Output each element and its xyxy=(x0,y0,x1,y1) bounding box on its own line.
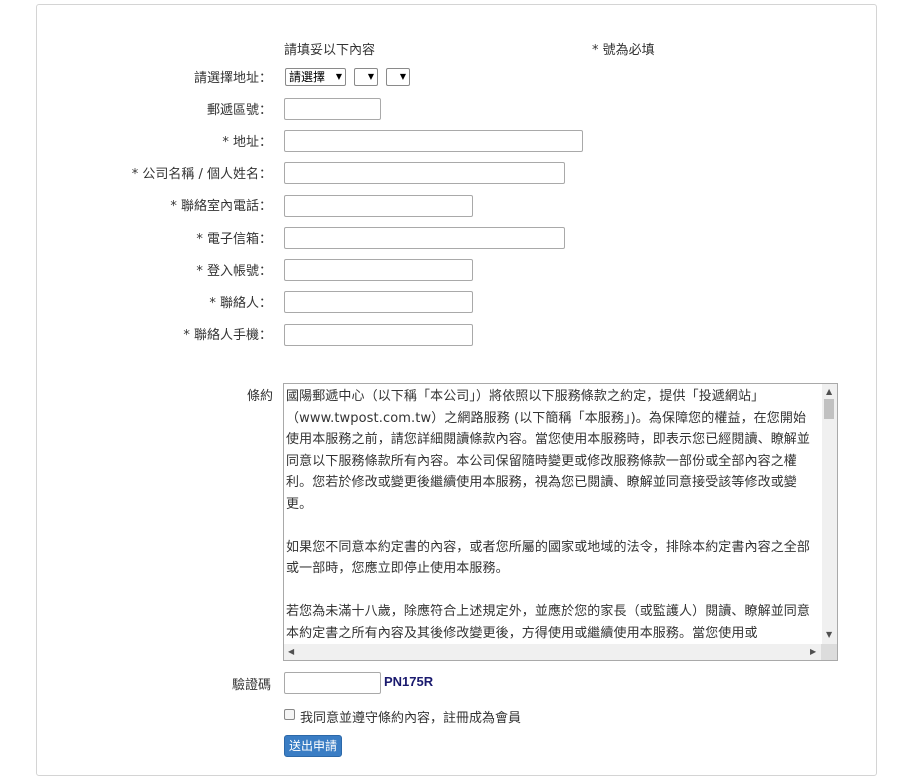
address-select-label: 請選擇地址： xyxy=(193,71,272,86)
scroll-left-icon[interactable]: ◀ xyxy=(288,647,294,656)
chevron-down-icon: ▼ xyxy=(367,72,374,81)
contact-mobile-input[interactable] xyxy=(284,324,473,346)
captcha-label: 驗證碼 xyxy=(232,678,272,693)
agree-label[interactable]: 我同意並遵守條約內容，註冊成為會員 xyxy=(300,707,521,726)
agree-checkbox[interactable] xyxy=(284,709,295,720)
required-note: * 號為必填 xyxy=(592,43,655,58)
city-select-value: 請選擇 xyxy=(289,70,326,84)
contact-mobile-label: * 聯絡人手機： xyxy=(183,328,272,343)
scroll-thumb[interactable] xyxy=(824,399,834,419)
address-label: * 地址： xyxy=(222,135,272,150)
road-select[interactable]: ▼ xyxy=(386,68,410,86)
terms-textarea[interactable]: 國陽郵遞中心（以下稱「本公司」）將依照以下服務條款之約定，提供「投遞網站」（ww… xyxy=(283,383,838,661)
submit-button[interactable]: 送出申請 xyxy=(284,735,342,757)
chevron-down-icon: ▼ xyxy=(399,72,406,81)
scroll-right-icon[interactable]: ▶ xyxy=(810,647,816,656)
city-select[interactable]: 請選擇 ▼ xyxy=(285,68,346,86)
email-label: * 電子信箱： xyxy=(196,232,272,247)
contact-person-input[interactable] xyxy=(284,291,473,313)
scroll-corner xyxy=(821,644,837,660)
zipcode-input[interactable] xyxy=(284,98,381,120)
chevron-down-icon: ▼ xyxy=(335,72,342,81)
terms-content: 國陽郵遞中心（以下稱「本公司」）將依照以下服務條款之約定，提供「投遞網站」（ww… xyxy=(286,386,818,644)
phone-label: * 聯絡室內電話： xyxy=(170,199,272,214)
captcha-input[interactable] xyxy=(284,672,381,694)
horizontal-scrollbar[interactable]: ◀ ▶ xyxy=(284,644,822,660)
contact-person-label: * 聯絡人： xyxy=(209,296,272,311)
company-name-input[interactable] xyxy=(284,162,565,184)
terms-label: 條約 xyxy=(247,389,274,404)
phone-input[interactable] xyxy=(284,195,473,217)
scroll-up-icon[interactable]: ▲ xyxy=(826,387,832,396)
address-input[interactable] xyxy=(284,130,583,152)
terms-paragraph: 國陽郵遞中心（以下稱「本公司」）將依照以下服務條款之約定，提供「投遞網站」（ww… xyxy=(286,389,811,512)
email-input[interactable] xyxy=(284,227,565,249)
company-name-label: * 公司名稱 / 個人姓名： xyxy=(131,167,272,182)
login-account-input[interactable] xyxy=(284,259,473,281)
login-account-label: * 登入帳號： xyxy=(196,264,272,279)
district-select[interactable]: ▼ xyxy=(354,68,378,86)
scroll-down-icon[interactable]: ▼ xyxy=(826,630,832,639)
vertical-scrollbar[interactable]: ▲ ▼ xyxy=(822,384,837,644)
form-intro: 請填妥以下內容 xyxy=(284,43,376,58)
zipcode-label: 郵遞區號： xyxy=(206,103,272,118)
terms-paragraph: 若您為未滿十八歲，除應符合上述規定外，並應於您的家長（或監護人）閱讀、瞭解並同意… xyxy=(286,604,811,641)
terms-paragraph: 如果您不同意本約定書的內容，或者您所屬的國家或地域的法令，排除本約定書內容之全部… xyxy=(286,539,811,577)
captcha-code: PN175R xyxy=(384,674,434,689)
